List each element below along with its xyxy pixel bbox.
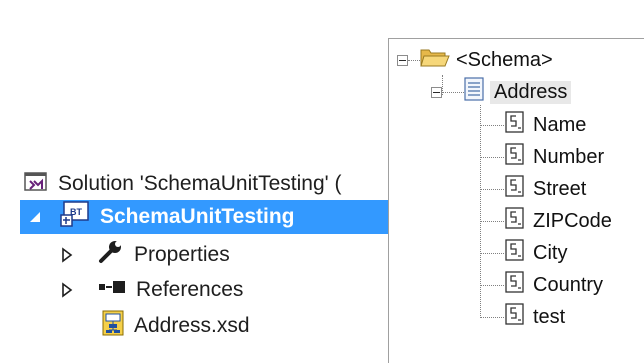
address-xsd-node[interactable]: Address.xsd bbox=[56, 309, 250, 343]
record-label: Address bbox=[490, 80, 572, 104]
field-element-icon bbox=[503, 110, 527, 140]
field-node-country[interactable]: Country bbox=[503, 270, 603, 300]
field-node-name[interactable]: Name bbox=[503, 110, 586, 140]
schema-root-label: <Schema> bbox=[456, 48, 553, 71]
project-node[interactable]: BT SchemaUnitTesting bbox=[20, 200, 388, 234]
field-node-test[interactable]: test bbox=[503, 302, 565, 332]
field-label: Name bbox=[533, 113, 587, 136]
tree-connector bbox=[480, 285, 504, 286]
collapsed-triangle-icon[interactable] bbox=[56, 244, 78, 266]
wrench-icon bbox=[98, 240, 124, 270]
schema-tree: <Schema> Address Name Number Street ZIPC… bbox=[388, 38, 644, 363]
properties-label: Properties bbox=[134, 243, 230, 266]
solution-label: Solution 'SchemaUnitTesting' ( bbox=[58, 172, 342, 195]
open-folder-icon bbox=[420, 46, 450, 74]
field-node-city[interactable]: City bbox=[503, 238, 567, 268]
tree-connector bbox=[480, 189, 504, 190]
collapsed-triangle-icon[interactable] bbox=[56, 279, 78, 301]
field-element-icon bbox=[503, 142, 527, 172]
tree-connector bbox=[480, 253, 504, 254]
tree-connector bbox=[480, 105, 481, 318]
references-label: References bbox=[136, 278, 244, 301]
field-label: ZIPCode bbox=[533, 209, 612, 232]
project-label: SchemaUnitTesting bbox=[100, 205, 295, 228]
tree-connector bbox=[480, 157, 504, 158]
field-label: City bbox=[533, 241, 568, 264]
visual-studio-solution-icon bbox=[24, 170, 48, 198]
field-node-street[interactable]: Street bbox=[503, 174, 586, 204]
references-icon bbox=[98, 277, 126, 303]
field-label: Country bbox=[533, 273, 604, 296]
record-node-address[interactable]: Address bbox=[431, 77, 572, 107]
schema-root-node[interactable]: <Schema> bbox=[397, 45, 553, 75]
field-label: test bbox=[533, 305, 566, 328]
properties-node[interactable]: Properties bbox=[56, 238, 230, 272]
field-label: Street bbox=[533, 177, 587, 200]
xsd-file-icon bbox=[102, 310, 124, 342]
solution-explorer: Solution 'SchemaUnitTesting' ( BT Schema… bbox=[0, 0, 390, 362]
address-xsd-label: Address.xsd bbox=[134, 314, 250, 337]
tree-connector bbox=[480, 125, 504, 126]
references-node[interactable]: References bbox=[56, 273, 243, 307]
field-element-icon bbox=[503, 302, 527, 332]
solution-node[interactable]: Solution 'SchemaUnitTesting' ( bbox=[24, 167, 342, 201]
collapse-toggle-icon[interactable] bbox=[397, 54, 408, 66]
field-node-zipcode[interactable]: ZIPCode bbox=[503, 206, 612, 236]
expanded-triangle-icon[interactable] bbox=[24, 206, 46, 228]
biztalk-project-icon: BT bbox=[60, 201, 90, 233]
field-element-icon bbox=[503, 206, 527, 236]
tree-connector bbox=[480, 317, 504, 318]
record-icon bbox=[464, 77, 484, 107]
tree-connector bbox=[480, 221, 504, 222]
field-element-icon bbox=[503, 174, 527, 204]
field-node-number[interactable]: Number bbox=[503, 142, 604, 172]
field-element-icon bbox=[503, 270, 527, 300]
field-label: Number bbox=[533, 145, 605, 168]
field-element-icon bbox=[503, 238, 527, 268]
collapse-toggle-icon[interactable] bbox=[431, 86, 442, 98]
